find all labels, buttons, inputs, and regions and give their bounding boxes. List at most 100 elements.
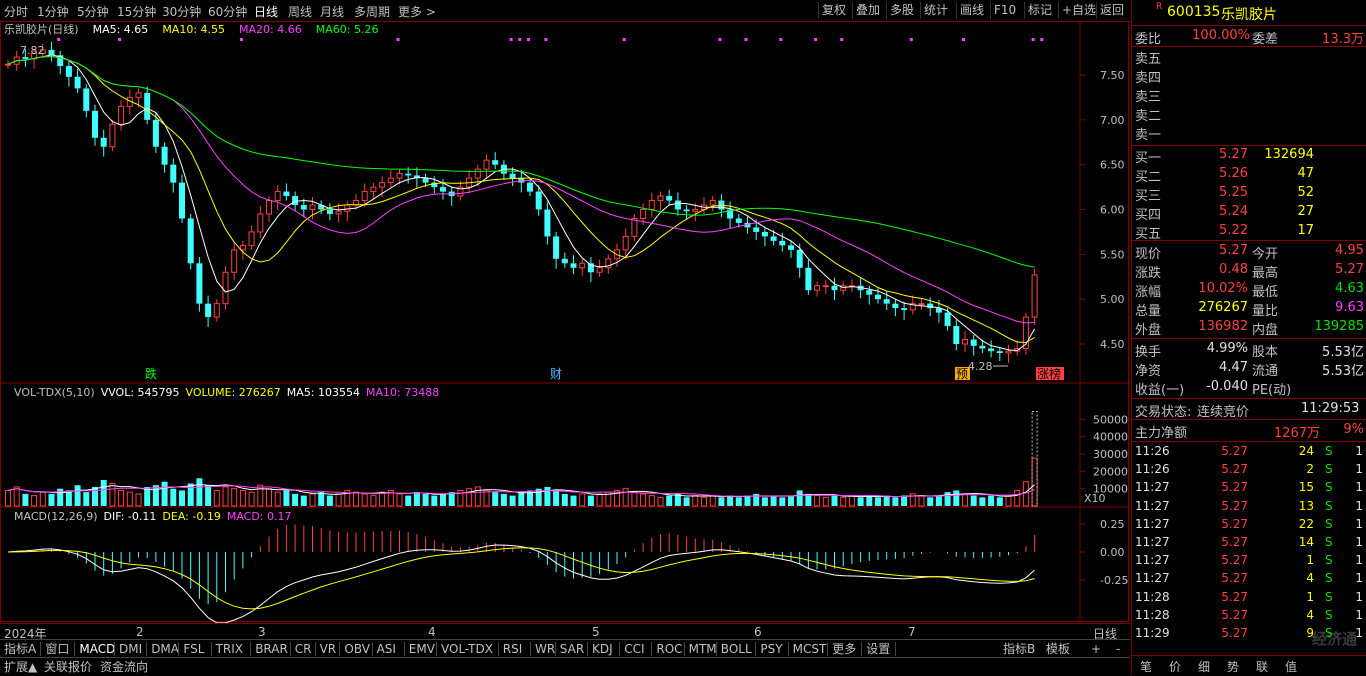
buy-level-vol: 47 (1297, 166, 1314, 181)
tick-side: S (1325, 498, 1333, 513)
quote-tab-1[interactable]: 价 (1169, 658, 1181, 675)
stat-label: 总量 (1135, 304, 1162, 319)
bottom-tab-1[interactable]: 关联报价 (44, 659, 92, 675)
indicator-tab-19[interactable]: ROC (656, 641, 682, 657)
indicator-tab-18[interactable]: CCI (624, 641, 644, 657)
indicator-tab-15[interactable]: WR (535, 641, 555, 657)
dif-line (7, 544, 1035, 623)
period-tab-2[interactable]: 5分钟 (77, 3, 109, 20)
bottom-tab-0[interactable]: 扩展▲ (4, 659, 37, 675)
indicator-tab-25[interactable]: 设置 (866, 641, 890, 657)
indicator-right-3[interactable]: - (1116, 641, 1120, 657)
vol-bar (361, 493, 368, 507)
quote-tab-5[interactable]: 值 (1285, 658, 1297, 675)
period-tab-4[interactable]: 30分钟 (162, 3, 201, 20)
indicator-tab-23[interactable]: MCST (793, 641, 827, 657)
indicator-tab-0[interactable]: 指标A (4, 641, 36, 657)
candle-body (83, 88, 90, 111)
indicator-tab-20[interactable]: MTM (689, 641, 717, 657)
period-tab-6[interactable]: 日线 (254, 3, 278, 20)
buy-level-vol: 52 (1297, 185, 1314, 200)
candle-body (213, 303, 220, 318)
indicator-tab-10[interactable]: OBV (344, 641, 370, 657)
indicator-tab-4[interactable]: DMA (151, 641, 179, 657)
tool-button-2[interactable]: 多股 (886, 2, 917, 19)
indicator-right-0[interactable]: 指标B (1003, 641, 1035, 657)
event-dot (1040, 38, 1044, 41)
candle-body (144, 92, 151, 120)
ma5-line (7, 54, 1036, 352)
vol-bar (266, 488, 272, 507)
candle-body (118, 105, 125, 125)
indicator-right-2[interactable]: + (1091, 641, 1101, 657)
quote-tab-3[interactable]: 势 (1227, 658, 1239, 675)
price-tick-label: 5.50 (1100, 248, 1125, 261)
vol-bar (857, 497, 864, 506)
period-tab-0[interactable]: 分时 (4, 3, 28, 20)
quote-tab-0[interactable]: 笔 (1140, 658, 1152, 675)
candle-body (65, 66, 72, 77)
indicator-right-1[interactable]: 模板 (1046, 641, 1070, 657)
tick-volume: 9 (1306, 626, 1314, 640)
tool-button-1[interactable]: 叠加 (852, 2, 883, 19)
indicator-tab-1[interactable]: 窗口 (45, 641, 69, 657)
tab-separator (827, 642, 829, 656)
quote-tab-4[interactable]: 联 (1256, 658, 1268, 675)
indicator-tab-14[interactable]: RSI (503, 641, 523, 657)
candle-body (396, 173, 403, 179)
indicator-tab-3[interactable]: DMI (119, 641, 142, 657)
event-dot (57, 38, 61, 41)
vol-bar (901, 495, 908, 506)
indicator-tab-6[interactable]: TRIX (216, 641, 243, 657)
candle-body (544, 209, 551, 237)
rzrq-badge: R (1156, 2, 1163, 12)
tool-button-6[interactable]: 标记 (1024, 2, 1055, 19)
vol-bar (161, 481, 168, 506)
indicator-tab-11[interactable]: ASI (377, 641, 396, 657)
indicator-tab-17[interactable]: KDJ (592, 641, 613, 657)
stat-label: 涨幅 (1135, 285, 1162, 300)
candle-body (92, 110, 98, 138)
indicator-tab-21[interactable]: BOLL (721, 641, 752, 657)
vol-bar (405, 495, 412, 506)
bottom-tab-2[interactable]: 资金流向 (100, 659, 148, 675)
indicator-tab-22[interactable]: PSY (760, 641, 782, 657)
tick-side: S (1325, 571, 1333, 586)
marker-2: 预 (956, 367, 968, 381)
indicator-tab-5[interactable]: FSL (183, 641, 204, 657)
period-tab-9[interactable]: 多周期 (354, 3, 390, 20)
tool-button-8[interactable]: 返回 (1096, 2, 1127, 19)
indicator-tab-24[interactable]: 更多 (832, 641, 856, 657)
indicator-tab-12[interactable]: EMV (409, 641, 435, 657)
indicator-tab-2[interactable]: MACD (79, 641, 115, 657)
period-tab-5[interactable]: 60分钟 (208, 3, 247, 20)
indicator-tab-8[interactable]: CR (295, 641, 312, 657)
tool-button-5[interactable]: F10 (990, 2, 1019, 19)
tool-button-3[interactable]: 统计 (920, 2, 951, 19)
indicator-tab-13[interactable]: VOL-TDX (441, 641, 493, 657)
candle-body (135, 92, 142, 98)
tool-button-7[interactable]: +自选 (1058, 2, 1099, 19)
kline-chart[interactable]: 7.50 7.00 6.50 6.00 5.50 5.00 4.50 乐凯胶片(日线) MA5:… (0, 21, 1130, 623)
vol-bar (109, 482, 116, 507)
tool-button-0[interactable]: 复权 (818, 2, 849, 19)
period-tab-10[interactable]: 更多 > (398, 3, 436, 20)
quote-tab-2[interactable]: 细 (1198, 658, 1210, 675)
period-tab-7[interactable]: 周线 (288, 3, 312, 20)
period-tab-1[interactable]: 1分钟 (37, 3, 69, 20)
vol-bar (379, 491, 386, 507)
vol-bar (544, 486, 551, 506)
period-tab-3[interactable]: 15分钟 (117, 3, 156, 20)
vol-bar (692, 495, 699, 507)
period-tab-8[interactable]: 月线 (320, 3, 344, 20)
indicator-tab-16[interactable]: SAR (560, 641, 584, 657)
tick-volume: 24 (1298, 444, 1314, 458)
tool-button-4[interactable]: 画线 (956, 2, 987, 19)
vol-bar (318, 492, 325, 506)
vol-header: VOL-TDX(5,10) VVOL: 545795 VOLUME: 276267 M… (14, 386, 439, 399)
indicator-tab-7[interactable]: BRAR (255, 641, 288, 657)
candle-body (918, 303, 925, 306)
vol-bar (640, 493, 647, 507)
indicator-tab-9[interactable]: VR (320, 641, 337, 657)
candle-body (979, 345, 986, 349)
